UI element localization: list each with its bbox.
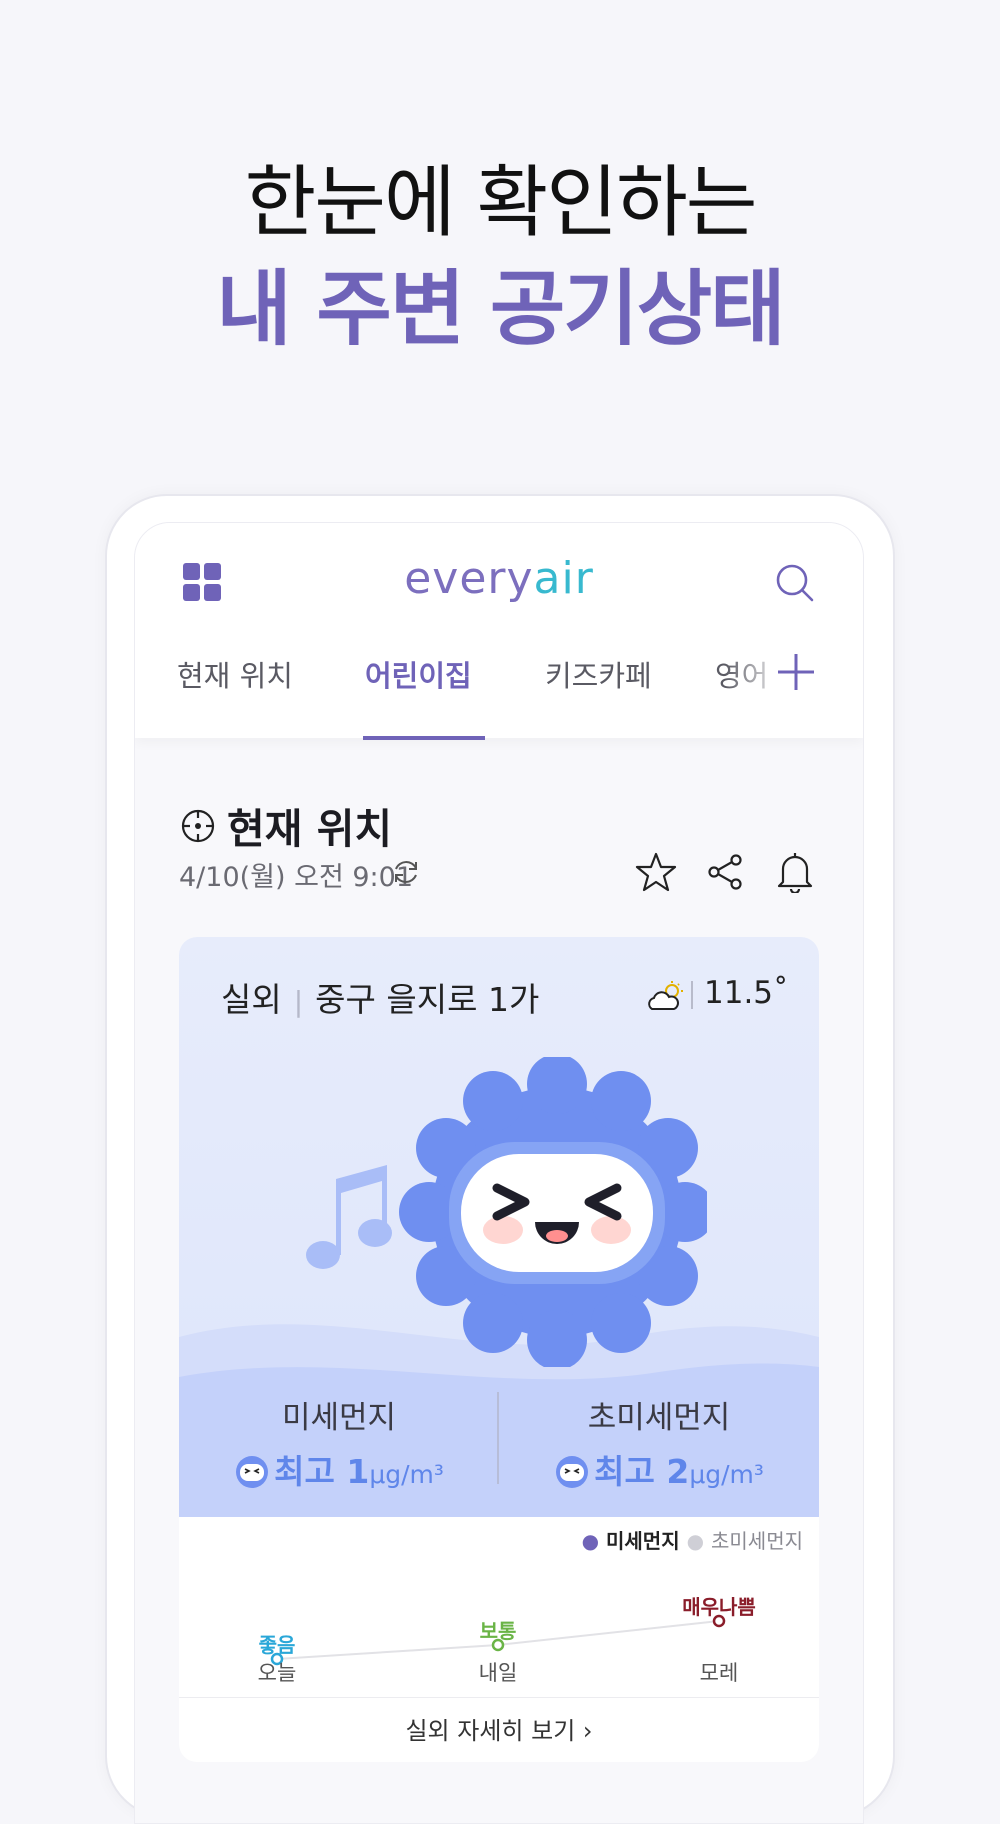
app-screen: everyair 현재 위치 어린이집 키즈카페 영어 현재 위치 4/10(월… [134, 522, 864, 1824]
forecast-day-dayafter: 모레 [699, 1661, 739, 1685]
active-tab-indicator [363, 736, 485, 740]
app-logo: everyair [404, 553, 594, 604]
forecast-day-today: 오늘 [257, 1661, 297, 1685]
forecast-day-tomorrow: 내일 [478, 1661, 518, 1685]
forecast-status-today: 좋음 [258, 1633, 296, 1657]
headline-line2: 내 주변 공기상태 [216, 262, 785, 357]
tab-daycare[interactable]: 어린이집 [365, 653, 472, 695]
share-icon[interactable] [706, 853, 744, 891]
weather-divider [691, 981, 693, 1009]
favorite-star-icon[interactable] [635, 851, 677, 893]
partly-cloudy-icon [648, 981, 683, 1010]
mini-mascot-icon [556, 1456, 589, 1488]
forecast-status-dayafter: 매우나쁨 [682, 1595, 756, 1619]
pm25-block: 초미세먼지 최고 2μg/m³ [499, 1392, 819, 1493]
tab-current-location[interactable]: 현재 위치 [177, 653, 293, 695]
location-title: 현재 위치 [227, 805, 393, 853]
pm10-block: 미세먼지 최고 1μg/m³ [179, 1392, 499, 1493]
pm10-label: 미세먼지 [281, 1400, 397, 1436]
temperature: 11.5˚ [704, 975, 789, 1011]
pm10-value: 최고 1μg/m³ [179, 1445, 499, 1493]
pm25-value: 최고 2μg/m³ [499, 1445, 819, 1493]
refresh-icon[interactable] [391, 857, 421, 887]
outdoor-location: 실외 | 중구 을지로 1가 [221, 980, 540, 1019]
headline-line1: 한눈에 확인하는 [244, 158, 757, 248]
notification-bell-icon[interactable] [775, 851, 815, 893]
tab-kids-cafe[interactable]: 키즈카페 [545, 653, 652, 695]
mini-mascot-icon [236, 1456, 269, 1488]
forecast-status-tomorrow: 보통 [479, 1619, 517, 1643]
outdoor-air-card: 실외 | 중구 을지로 1가 11.5˚ 미세먼지 최고 1μg/m³ 초미세먼… [179, 937, 819, 1762]
search-icon[interactable] [775, 563, 815, 603]
add-location-icon[interactable] [775, 651, 817, 693]
pm25-label: 초미세먼지 [587, 1400, 731, 1436]
app-header: everyair 현재 위치 어린이집 키즈카페 영어 [135, 523, 863, 738]
update-time: 4/10(월) 오전 9:01 [179, 862, 414, 893]
outdoor-detail-link[interactable]: 실외 자세히 보기 › [179, 1697, 819, 1762]
happy-mascot-icon [306, 1057, 707, 1367]
